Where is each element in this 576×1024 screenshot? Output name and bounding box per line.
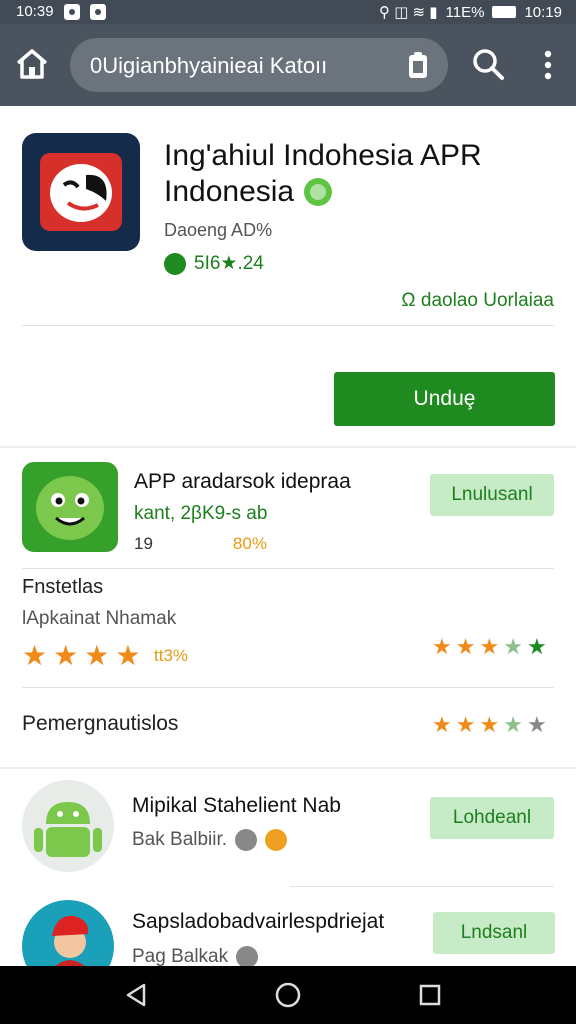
star-icon: ★ [479, 712, 500, 737]
search-box[interactable]: 0Uigianbhyainieai Katoıı [70, 38, 448, 92]
related-app-install-button[interactable]: Lohdeanl [430, 797, 554, 839]
app-logo-icon [50, 164, 112, 222]
star-icon: ★ [503, 712, 523, 737]
star-icon: ★ [455, 634, 476, 659]
star-icon: ★ [432, 712, 452, 737]
preference-stars: ★ ★ ★ ★ ★ [432, 714, 547, 736]
status-bar: 10:39 ⚲ ◫ ≋ ▮ 11E% 10:19 [0, 0, 576, 24]
rating-value: 5I6★.24 [194, 253, 264, 274]
divider [290, 886, 554, 887]
status-time-right: 10:19 [524, 3, 562, 21]
more-vert-icon[interactable] [534, 48, 562, 82]
wishlist-link[interactable]: Ω daolao Uorlaiaa [401, 290, 554, 312]
related-app-sub: kant, 2βK9-s ab [134, 503, 268, 524]
rating-section-subtitle: lApkainat Nhamak [22, 608, 177, 629]
related-app-sub-row: Bak Balbiir. [132, 829, 288, 851]
star-icon[interactable]: ★ [53, 642, 78, 670]
android-mascot-icon [36, 476, 104, 540]
section-divider [0, 446, 576, 448]
related-app-name[interactable]: APP aradarsok idepraa [134, 470, 351, 494]
related-app-sub: Pag Balkak [132, 946, 229, 967]
star-icon: ★ [526, 712, 547, 737]
star-icon: ★ [526, 634, 547, 659]
navigation-bar [0, 966, 576, 1024]
rating-section-title: Fnstetlas [22, 576, 104, 598]
rating-percent: tt3% [154, 646, 189, 665]
divider [22, 568, 554, 569]
search-icon[interactable] [470, 46, 506, 82]
clipboard-icon[interactable] [404, 50, 432, 80]
divider [22, 687, 554, 688]
related-app-meta-a: 19 [134, 534, 153, 553]
battery-icon [492, 6, 517, 18]
developer-icon [235, 829, 258, 851]
home-icon[interactable] [14, 46, 50, 82]
home-circle-icon[interactable] [274, 981, 302, 1009]
related-app-install-button[interactable]: Lndsanl [433, 912, 555, 954]
related-app-meta: 19 80% [134, 534, 267, 554]
related-app-install-button[interactable]: Lnulusanl [430, 474, 554, 516]
verified-badge-icon [304, 178, 333, 206]
section-divider [0, 767, 576, 769]
app-rating: 5I6★.24 [164, 252, 264, 275]
star-icon[interactable]: ★ [84, 642, 109, 670]
android-robot-icon [34, 802, 102, 857]
related-app-name[interactable]: Sapsladobadvairlespdriejat [132, 910, 384, 934]
star-icon: ★ [479, 634, 500, 659]
status-time-left: 10:39 [16, 3, 54, 20]
rating-badge-icon [164, 252, 186, 275]
rating-stars-right: ★ ★ ★ ★ ★ [432, 636, 547, 658]
notification-icon [63, 3, 80, 20]
developer-name[interactable]: Daoeng AD% [164, 220, 272, 241]
related-app-icon[interactable] [22, 780, 114, 872]
app-icon [22, 133, 140, 251]
notification-icon-2 [89, 3, 106, 20]
badge-icon [265, 829, 288, 851]
star-icon: ★ [503, 634, 523, 659]
star-icon: ★ [455, 712, 476, 737]
developer-icon [236, 946, 259, 968]
app-title-line1: Ing'ahiul Indohesia APR [164, 139, 482, 172]
star-icon: ★ [432, 634, 452, 659]
preference-label: Pemergnautislos [22, 712, 179, 735]
recents-icon[interactable] [416, 981, 444, 1009]
back-icon[interactable] [122, 981, 150, 1009]
related-app-sub: Bak Balbiir. [132, 829, 228, 850]
install-button[interactable]: Unduȩ [334, 372, 555, 426]
app-title: Ing'ahiul Indohesia APR Indonesia [164, 138, 554, 210]
app-bar: 0Uigianbhyainieai Katoıı [0, 24, 576, 106]
search-query[interactable]: 0Uigianbhyainieai Katoıı [90, 53, 327, 79]
app-title-line2: Indonesia [164, 175, 295, 208]
divider [22, 325, 554, 326]
battery-percent: 11E% [445, 3, 485, 21]
related-app-meta-b: 80% [232, 534, 267, 553]
related-app-sub-row: Pag Balkak [132, 946, 259, 968]
signal-icon: ⚲ ◫ ≋ ▮ [379, 4, 438, 21]
star-icon[interactable]: ★ [22, 642, 47, 670]
related-app-icon[interactable] [22, 462, 118, 552]
user-rating-stars[interactable]: ★ ★ ★ ★ [22, 642, 140, 670]
star-icon[interactable]: ★ [115, 642, 140, 670]
related-app-name[interactable]: Mipikal Stahelient Nab [132, 794, 341, 818]
